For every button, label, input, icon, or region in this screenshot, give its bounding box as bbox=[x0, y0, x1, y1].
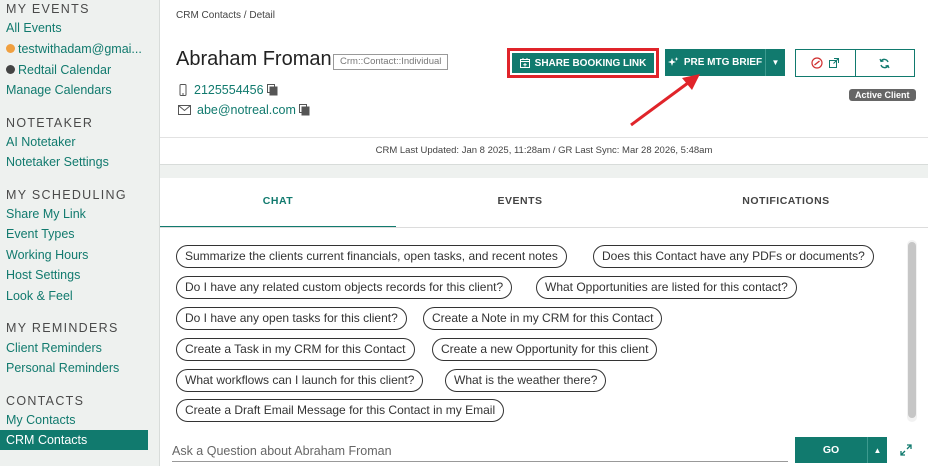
section-header-my-scheduling: MY SCHEDULING bbox=[6, 188, 127, 202]
refresh-button[interactable] bbox=[854, 50, 915, 76]
sidebar-item-my-contacts[interactable]: My Contacts bbox=[6, 413, 75, 427]
sparkle-icon bbox=[667, 57, 679, 66]
sidebar: MY EVENTS All Events testwithadam@gmai..… bbox=[0, 0, 150, 466]
open-external-crm-button[interactable] bbox=[796, 50, 855, 76]
suggestion-chip[interactable]: Do I have any open tasks for this client… bbox=[176, 307, 407, 330]
sidebar-item-manage-calendars[interactable]: Manage Calendars bbox=[6, 83, 112, 97]
section-header-my-reminders: MY REMINDERS bbox=[6, 321, 119, 335]
contact-type-badge: Crm::Contact::Individual bbox=[333, 54, 449, 70]
contact-icon-button-group bbox=[795, 49, 915, 77]
section-header-notetaker: NOTETAKER bbox=[6, 116, 94, 130]
sidebar-item-crm-contacts[interactable]: CRM Contacts bbox=[0, 430, 148, 450]
suggestion-chip[interactable]: Create a Note in my CRM for this Contact bbox=[423, 307, 663, 330]
email-row: abe@notreal.com bbox=[178, 103, 316, 117]
go-button[interactable]: GO bbox=[795, 437, 867, 463]
suggestion-chip[interactable]: Create a Task in my CRM for this Contact bbox=[176, 338, 415, 361]
sidebar-item-calendar-redtail[interactable]: Redtail Calendar bbox=[6, 63, 111, 77]
suggestion-chip[interactable]: Does this Contact have any PDFs or docum… bbox=[593, 245, 874, 268]
suggestion-chip[interactable]: Summarize the clients current financials… bbox=[176, 245, 567, 268]
contact-header-card: CRM Contacts / Detail Abraham Froman Crm… bbox=[160, 0, 928, 165]
sidebar-item-notetaker-settings[interactable]: Notetaker Settings bbox=[6, 155, 109, 169]
pre-mtg-brief-label: PRE MTG BRIEF bbox=[683, 57, 763, 68]
copy-icon[interactable] bbox=[298, 104, 310, 116]
redtail-logo-icon bbox=[811, 57, 823, 69]
chevron-down-icon[interactable]: ▼ bbox=[765, 49, 785, 76]
tab-chat[interactable]: CHAT bbox=[160, 178, 396, 228]
sidebar-item-label: Redtail Calendar bbox=[18, 63, 112, 77]
sidebar-item-event-types[interactable]: Event Types bbox=[6, 227, 75, 241]
sidebar-item-personal-reminders[interactable]: Personal Reminders bbox=[6, 361, 119, 375]
section-header-contacts: CONTACTS bbox=[6, 394, 85, 408]
breadcrumb: CRM Contacts / Detail bbox=[176, 10, 275, 21]
chevron-up-icon[interactable]: ▲ bbox=[867, 437, 887, 463]
tab-underline bbox=[160, 227, 928, 228]
refresh-icon bbox=[879, 58, 890, 68]
sidebar-item-host-settings[interactable]: Host Settings bbox=[6, 268, 80, 282]
suggestion-chip[interactable]: What Opportunities are listed for this c… bbox=[536, 276, 797, 299]
envelope-icon bbox=[178, 105, 191, 115]
calendar-color-dot bbox=[6, 65, 15, 74]
chat-question-input[interactable]: Ask a Question about Abraham Froman bbox=[172, 444, 788, 462]
share-booking-link-label: SHARE BOOKING LINK bbox=[534, 57, 647, 69]
sync-info-text: CRM Last Updated: Jan 8 2025, 11:28am / … bbox=[375, 145, 713, 156]
contact-name: Abraham Froman bbox=[176, 48, 332, 70]
suggestion-chip[interactable]: Do I have any related custom objects rec… bbox=[176, 276, 513, 299]
annotation-arrow bbox=[630, 74, 700, 127]
sidebar-item-label: testwithadam@gmai... bbox=[18, 42, 142, 56]
mobile-phone-icon bbox=[179, 84, 187, 96]
sidebar-item-look-feel[interactable]: Look & Feel bbox=[6, 289, 73, 303]
sidebar-item-share-my-link[interactable]: Share My Link bbox=[6, 207, 86, 221]
expand-icon[interactable] bbox=[900, 444, 912, 456]
phone-row: 2125554456 bbox=[178, 83, 284, 97]
suggestion-chip[interactable]: What is the weather there? bbox=[445, 369, 607, 392]
go-button-group: GO ▲ bbox=[795, 437, 887, 463]
suggestion-chip[interactable]: What workflows can I launch for this cli… bbox=[176, 369, 424, 392]
tab-events[interactable]: EVENTS bbox=[396, 178, 644, 228]
external-link-icon bbox=[829, 58, 840, 68]
sidebar-item-client-reminders[interactable]: Client Reminders bbox=[6, 341, 102, 355]
sidebar-item-calendar-testwithadam[interactable]: testwithadam@gmai... bbox=[6, 42, 142, 56]
calendar-color-dot bbox=[6, 44, 15, 53]
sidebar-item-ai-notetaker[interactable]: AI Notetaker bbox=[6, 135, 75, 149]
main-content: CRM Contacts / Detail Abraham Froman Crm… bbox=[160, 0, 928, 466]
chat-card: CHAT EVENTS NOTIFICATIONS Summarize the … bbox=[160, 178, 928, 466]
sidebar-item-working-hours[interactable]: Working Hours bbox=[6, 248, 88, 262]
tab-notifications[interactable]: NOTIFICATIONS bbox=[644, 178, 928, 228]
calendar-plus-icon bbox=[519, 58, 530, 68]
suggestion-chip[interactable]: Create a Draft Email Message for this Co… bbox=[176, 399, 505, 422]
header-divider bbox=[160, 137, 928, 138]
phone-link[interactable]: 2125554456 bbox=[194, 83, 264, 97]
email-link[interactable]: abe@notreal.com bbox=[197, 103, 296, 117]
section-header-my-events: MY EVENTS bbox=[6, 2, 90, 16]
suggestion-chip[interactable]: Create a new Opportunity for this client bbox=[432, 338, 658, 361]
status-badge: Active Client bbox=[849, 89, 916, 101]
scrollbar-thumb[interactable] bbox=[908, 242, 916, 418]
sidebar-item-all-events[interactable]: All Events bbox=[6, 21, 62, 35]
copy-icon[interactable] bbox=[266, 84, 278, 96]
